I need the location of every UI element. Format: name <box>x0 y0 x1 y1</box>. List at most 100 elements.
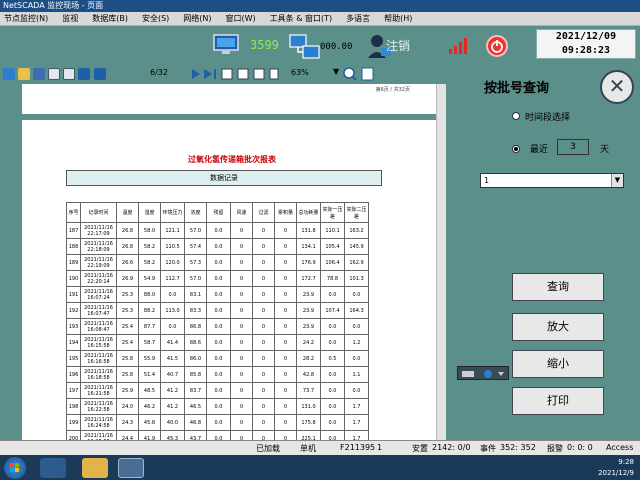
table-row: 199 2021/11/16 16:24:58 24.3 45.8 40.0 46.8 0.… <box>66 414 369 431</box>
menu-security[interactable]: 安全(S) <box>138 13 173 24</box>
close-button[interactable]: ✕ <box>600 70 634 104</box>
menu-window[interactable]: 窗口(W) <box>222 13 260 24</box>
table-row: 192 2021/11/16 16:07:47 25.3 88.2 113.0 83.3 0… <box>66 302 369 319</box>
days-input[interactable]: 3 <box>557 139 589 155</box>
page-icon[interactable] <box>269 68 279 80</box>
fit-width-icon[interactable] <box>63 68 75 80</box>
table-cell: 0 <box>274 398 297 415</box>
print-button[interactable]: 打印 <box>512 387 604 415</box>
page-label: 第6页 / 共32页 <box>375 87 410 93</box>
browser-icon[interactable] <box>40 458 66 478</box>
multi-page-icon[interactable] <box>237 68 249 80</box>
floating-toolbar[interactable] <box>457 366 509 380</box>
table-cell: 28.2 <box>296 350 321 367</box>
table-cell: 0.0 <box>206 334 231 351</box>
table-cell: 0 <box>252 414 275 431</box>
radio-time-range[interactable] <box>512 112 520 120</box>
fit-icon[interactable] <box>253 68 265 80</box>
table-cell: 164.3 <box>344 302 369 319</box>
table-row: 194 2021/11/16 16:15:58 25.4 58.7 41.4 88.6 0.… <box>66 334 369 351</box>
folder-icon[interactable] <box>82 458 108 478</box>
menu-help[interactable]: 帮助(H) <box>380 13 416 24</box>
table-cell: 134.1 <box>296 238 321 255</box>
table-cell: 112.7 <box>160 270 185 287</box>
table-row: 195 2021/11/16 16:16:58 25.8 55.9 41.5 86.0 0.… <box>66 350 369 367</box>
radio-recent-label: 最近 <box>530 145 549 155</box>
next-page-icon[interactable] <box>192 69 200 79</box>
table-cell: 189 <box>66 254 81 271</box>
zoom-select[interactable]: 63% <box>291 68 309 77</box>
status-count: 1 <box>377 443 383 452</box>
query-button[interactable]: 查询 <box>512 273 604 301</box>
zoom-in-button[interactable]: 放大 <box>512 313 604 341</box>
col-header: 序号 <box>66 202 81 223</box>
logout-button[interactable]: 注销 <box>386 37 410 54</box>
batch-select[interactable]: 1 ▼ <box>480 173 624 188</box>
save-icon[interactable] <box>33 68 45 80</box>
zoom-in-icon[interactable] <box>343 67 355 79</box>
table-row: 196 2021/11/16 16:18:58 25.8 51.4 40.7 85.8 0.… <box>66 366 369 383</box>
menu-monitor[interactable]: 监视 <box>58 13 82 24</box>
menu-node-monitor[interactable]: 节点监控(N) <box>0 13 52 24</box>
batch-value: 1 <box>484 176 490 185</box>
report-page: 过氧化氢传递箱批次报表 数据记录 序号 记录时间 温度 湿度 环境压力 浓度 残… <box>22 120 442 440</box>
chevron-down-icon[interactable]: ▼ <box>333 67 339 76</box>
menu-toolbar[interactable]: 工具条 & 窗口(T) <box>266 13 336 24</box>
table-cell: 57.0 <box>184 270 207 287</box>
table-cell: 87.7 <box>138 318 161 335</box>
open-icon[interactable] <box>18 68 30 80</box>
table-cell: 57.0 <box>184 222 207 239</box>
table-cell: 0.0 <box>344 286 369 303</box>
col-header: 残留 <box>206 202 231 223</box>
table-cell: 0.0 <box>344 350 369 367</box>
table-cell: 86.0 <box>184 350 207 367</box>
vertical-scrollbar[interactable] <box>436 84 446 440</box>
single-page-icon[interactable] <box>221 68 233 80</box>
table-row: 187 2021/11/16 22:17:09 26.8 58.0 121.1 57.0 0… <box>66 222 369 239</box>
chevron-down-icon[interactable] <box>498 372 504 376</box>
col-header: 风速 <box>230 202 253 223</box>
table-cell: 40.0 <box>160 414 185 431</box>
keyboard-icon[interactable] <box>462 371 474 377</box>
table-cell: 0 <box>274 238 297 255</box>
info-icon[interactable] <box>361 67 374 81</box>
table-cell: 0 <box>230 382 253 399</box>
table-cell: 2021/11/16 16:25:58 <box>80 430 117 440</box>
table-cell: 110.5 <box>160 238 185 255</box>
scada-app-icon[interactable] <box>118 458 144 478</box>
menu-database[interactable]: 数据库(B) <box>88 13 132 24</box>
zoom-out-button[interactable]: 缩小 <box>512 350 604 378</box>
table-cell: 2021/11/16 16:24:58 <box>80 414 117 431</box>
first-page-icon[interactable] <box>78 68 90 80</box>
table-cell: 0.0 <box>320 398 345 415</box>
tray-time: 9:28 <box>618 458 634 466</box>
radio-time-label: 时间段选择 <box>525 113 571 123</box>
start-button[interactable] <box>4 457 26 479</box>
report-viewer: 第6页 / 共32页 过氧化氢传递箱批次报表 数据记录 序号 记录时间 温度 湿… <box>0 84 446 440</box>
table-cell: 24.0 <box>116 398 139 415</box>
panel-title: 按批号查询 <box>484 81 550 96</box>
status-loaded: 已加载 <box>256 444 280 453</box>
table-cell: 187 <box>66 222 81 239</box>
table-cell: 0 <box>274 286 297 303</box>
table-cell: 57.3 <box>184 254 207 271</box>
power-icon[interactable] <box>486 35 508 57</box>
help-icon[interactable] <box>484 370 492 378</box>
table-cell: 25.3 <box>116 286 139 303</box>
table-cell: 191 <box>66 286 81 303</box>
page-indicator[interactable]: 6/32 <box>150 68 168 77</box>
table-cell: 0 <box>274 382 297 399</box>
chevron-down-icon[interactable]: ▼ <box>611 174 623 187</box>
radio-recent[interactable] <box>512 145 520 153</box>
table-cell: 172.7 <box>296 270 321 287</box>
refresh-icon[interactable] <box>3 68 15 80</box>
fit-page-icon[interactable] <box>48 68 60 80</box>
menu-language[interactable]: 多语言 <box>342 13 374 24</box>
table-cell: 2021/11/16 16:21:58 <box>80 382 117 399</box>
table-cell: 131.0 <box>296 398 321 415</box>
table-cell: 23.9 <box>296 286 321 303</box>
prev-page-icon[interactable] <box>94 68 106 80</box>
menu-network[interactable]: 网络(N) <box>179 13 215 24</box>
last-page-icon[interactable] <box>204 69 212 79</box>
table-cell: 0 <box>230 286 253 303</box>
